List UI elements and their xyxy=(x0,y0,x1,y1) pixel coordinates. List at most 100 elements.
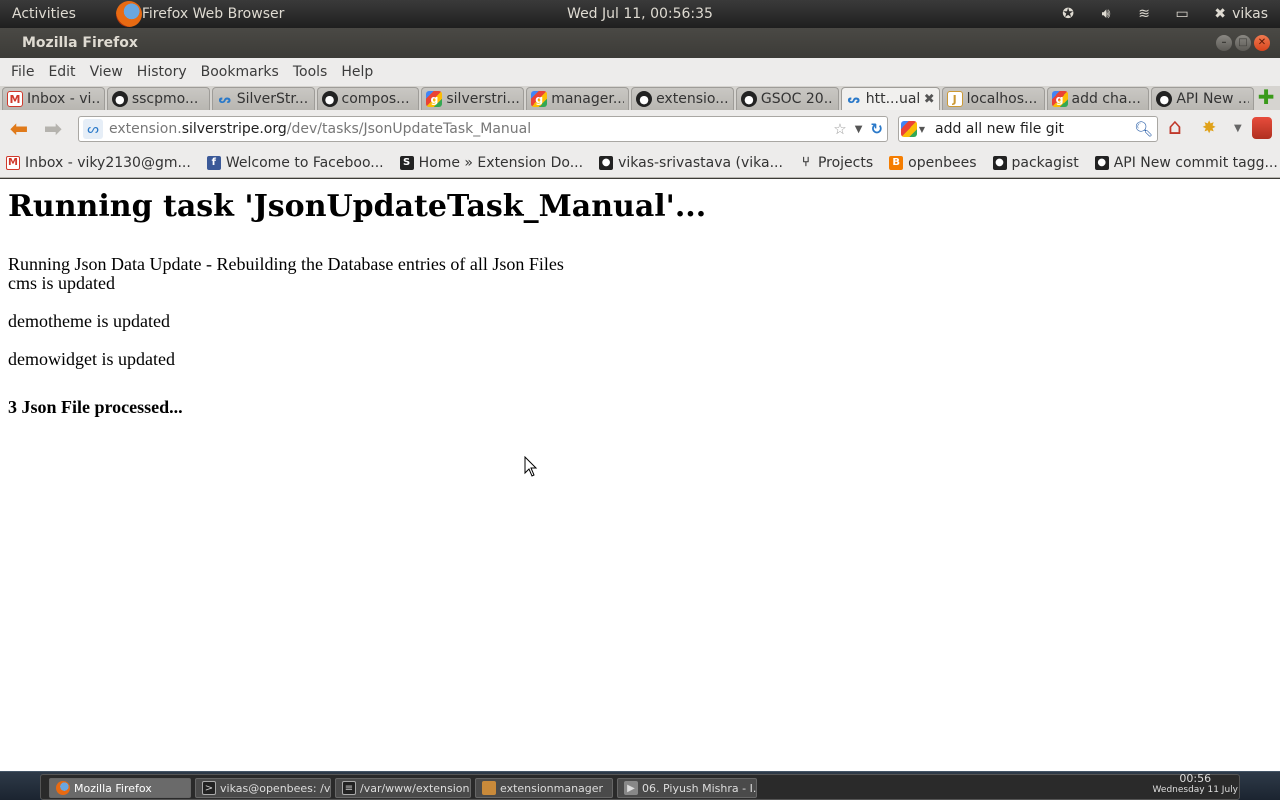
bookmark-item[interactable]: ● packagist xyxy=(992,155,1079,171)
taskbar-item[interactable]: extensionmanager xyxy=(475,778,613,798)
menu-history[interactable]: History xyxy=(130,64,194,80)
wifi-icon[interactable]: ≋ xyxy=(1136,6,1152,22)
tab-label: API New ... xyxy=(1176,91,1250,107)
chevron-down-icon[interactable]: ▼ xyxy=(1234,123,1242,134)
bookmark-label: Inbox - viky2130@gm... xyxy=(25,154,191,171)
persona-icon[interactable] xyxy=(1251,117,1272,139)
github-icon: ● xyxy=(740,91,757,107)
tab[interactable]: g manager... xyxy=(526,87,630,110)
battery-icon[interactable]: ▭ xyxy=(1174,6,1190,22)
taskbar-time: 00:56 xyxy=(1179,772,1212,785)
tab[interactable]: Jlocalhos... xyxy=(941,87,1045,110)
taskbar-label: extensionmanager xyxy=(500,781,604,795)
menu-file[interactable]: File xyxy=(4,64,41,80)
page-content: Running task 'JsonUpdateTask_Manual'... … xyxy=(0,179,1280,771)
forward-arrow-icon[interactable]: ➡ xyxy=(38,114,68,144)
activities-button[interactable]: Activities xyxy=(0,6,88,22)
tab[interactable]: g silverstri... xyxy=(421,87,525,110)
menu-edit[interactable]: Edit xyxy=(41,64,82,80)
bookmark-item[interactable]: Bopenbees xyxy=(889,155,977,171)
taskbar-label: vikas@openbees: /v... xyxy=(220,781,331,795)
tab[interactable]: ● compos... xyxy=(316,87,420,110)
app-name-label: Firefox Web Browser xyxy=(141,6,285,22)
tab[interactable]: ● GSOC 20... xyxy=(735,87,839,110)
close-icon[interactable]: ✕ xyxy=(1254,35,1270,51)
menu-view[interactable]: View xyxy=(83,64,130,80)
update-line: cms is updated xyxy=(8,273,115,293)
google-icon: g xyxy=(531,91,548,107)
accessibility-icon[interactable]: ✪ xyxy=(1060,6,1076,22)
user-name: vikas xyxy=(1232,6,1268,22)
window-titlebar[interactable]: Mozilla Firefox – □ ✕ xyxy=(0,28,1280,58)
firefox-icon xyxy=(56,781,70,795)
bookmark-item[interactable]: ⑂ Projects xyxy=(799,155,873,171)
firefox-logo-icon xyxy=(115,1,142,27)
taskbar-item[interactable]: > vikas@openbees: /v... xyxy=(195,778,331,798)
url-history-dropdown-icon[interactable]: ▼ xyxy=(855,124,863,135)
addon-icon[interactable]: ✸ xyxy=(1202,117,1224,139)
bookmark-item[interactable]: M Inbox - viky2130@gm... xyxy=(6,155,191,171)
tab-label: manager... xyxy=(551,91,625,107)
github-icon: ● xyxy=(1156,91,1173,107)
update-line: demotheme is updated xyxy=(8,311,170,331)
gmail-icon: M xyxy=(7,91,23,107)
top-panel: Activities Firefox Web Browser Wed Jul 1… xyxy=(0,0,1280,28)
back-arrow-icon[interactable]: ⬅ xyxy=(4,114,34,144)
taskbar-item[interactable]: Mozilla Firefox xyxy=(49,778,191,798)
url-bar[interactable]: ᔕ extension. silverstripe.org/dev/tasks/J… xyxy=(78,116,888,142)
editor-icon: ≡ xyxy=(342,781,356,795)
site-identity-icon[interactable]: ᔕ xyxy=(83,119,103,139)
bookmark-item[interactable]: S Home » Extension Do... xyxy=(399,155,583,171)
reload-icon[interactable]: ↻ xyxy=(870,120,883,138)
silverstripe-icon: ᔕ xyxy=(847,92,861,106)
user-status-icon: ✖ xyxy=(1214,6,1226,22)
menu-help[interactable]: Help xyxy=(334,64,380,80)
tab[interactable]: g add cha... xyxy=(1046,87,1150,110)
bookmark-item[interactable]: ● vikas-srivastava (vika... xyxy=(599,155,783,171)
url-domain: silverstripe.org xyxy=(181,121,287,137)
tab-label: Inbox - vi... xyxy=(27,91,100,107)
tab[interactable]: ● extensio... xyxy=(631,87,734,110)
volume-icon[interactable]: 🔊︎ xyxy=(1098,6,1114,22)
java-icon: J xyxy=(946,91,963,107)
tab-label: SilverStr... xyxy=(236,91,309,107)
taskbar-clock[interactable]: 00:56 Wednesday 11 July xyxy=(1153,772,1238,796)
menu-tools[interactable]: Tools xyxy=(286,64,335,80)
tab-bar: M Inbox - vi... ● sscpmo... ᔕ SilverStr... … xyxy=(0,86,1280,110)
taskbar-item[interactable]: ▶ 06. Piyush Mishra - I... xyxy=(617,778,757,798)
tab-label: GSOC 20... xyxy=(760,91,834,107)
tab-active[interactable]: ᔕ htt...ual ✖ xyxy=(840,87,940,110)
search-input[interactable]: add all new file git xyxy=(935,121,1064,137)
engine-dropdown-icon: ▼ xyxy=(918,124,926,134)
search-icon[interactable]: 🔍︎ xyxy=(1134,120,1153,138)
app-menu[interactable]: Firefox Web Browser xyxy=(115,1,285,27)
tab-close-icon[interactable]: ✖ xyxy=(924,92,935,107)
search-bar[interactable]: ▼ add all new file git 🔍︎ xyxy=(898,116,1158,142)
menu-bookmarks[interactable]: Bookmarks xyxy=(194,64,286,80)
tab[interactable]: ᔕ SilverStr... xyxy=(211,87,315,110)
bookmark-label: Welcome to Faceboo... xyxy=(225,154,384,171)
url-tools: ☆ ▼ ↻ xyxy=(833,120,883,138)
github-icon: ● xyxy=(636,91,653,107)
user-menu[interactable]: ✖ vikas xyxy=(1212,6,1268,22)
bookmark-item[interactable]: ● API New commit tagg... xyxy=(1094,155,1278,171)
search-engine-selector[interactable]: ▼ xyxy=(899,121,927,137)
google-icon xyxy=(900,121,917,137)
tab[interactable]: M Inbox - vi... xyxy=(2,87,105,110)
page-title: Running task 'JsonUpdateTask_Manual'... xyxy=(8,189,707,224)
bookmark-star-icon[interactable]: ☆ xyxy=(833,120,846,138)
taskbar-item[interactable]: ≡ /var/www/extension.... xyxy=(335,778,471,798)
minimize-icon[interactable]: – xyxy=(1216,35,1232,51)
home-icon[interactable]: ⌂ xyxy=(1168,116,1192,140)
maximize-icon[interactable]: □ xyxy=(1235,35,1251,51)
tab-label: sscpmo... xyxy=(131,91,199,107)
github-icon: ● xyxy=(1094,155,1109,170)
tab[interactable]: ● sscpmo... xyxy=(106,87,210,110)
window-title: Mozilla Firefox xyxy=(22,35,138,51)
bookmark-item[interactable]: f Welcome to Faceboo... xyxy=(206,154,384,171)
gmail-icon: M xyxy=(6,155,20,170)
navigation-bar: ⬅ ➡ ᔕ extension. silverstripe.org/dev/tas… xyxy=(0,110,1280,148)
tab[interactable]: ● API New ... xyxy=(1151,87,1255,110)
new-tab-icon[interactable]: ✚ xyxy=(1256,87,1276,108)
folder-icon xyxy=(482,781,496,795)
